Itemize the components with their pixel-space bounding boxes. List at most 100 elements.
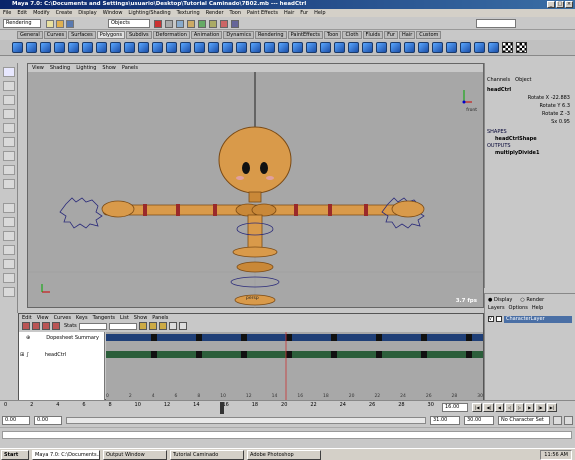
merge-vertices-icon[interactable]	[180, 42, 191, 53]
soften-edge-icon[interactable]	[264, 42, 275, 53]
menu-lighting-shading[interactable]: Lighting/Shading	[128, 9, 170, 17]
bevel-icon[interactable]	[152, 42, 163, 53]
single-view-layout-icon[interactable]	[3, 203, 15, 213]
spherical-mapping-icon[interactable]	[320, 42, 331, 53]
step-back-key-icon[interactable]: ◀	[494, 403, 504, 412]
mel-command-input[interactable]	[2, 431, 572, 439]
minimize-button[interactable]: _	[547, 1, 555, 8]
view-cube-icon[interactable]	[462, 90, 473, 104]
create-polygon-icon[interactable]	[376, 42, 387, 53]
menu-toon[interactable]: Toon	[230, 9, 242, 17]
menu-help[interactable]: Help	[314, 9, 325, 17]
current-time-field[interactable]: 16.00	[442, 403, 468, 412]
tab-painteffects[interactable]: PaintEffects	[287, 31, 323, 39]
auto-key-icon[interactable]	[553, 416, 562, 425]
output-node[interactable]: multiplyDivide1	[495, 150, 539, 156]
snap-grid-icon[interactable]	[187, 20, 195, 28]
taskbar-output-window[interactable]: Output Window	[103, 449, 167, 460]
menu-fur[interactable]: Fur	[300, 9, 308, 17]
range-start-field[interactable]: 0.00	[2, 416, 30, 425]
go-to-end-icon[interactable]: ▶|	[546, 403, 558, 412]
lattice-key-icon[interactable]	[52, 322, 60, 330]
attr-row-rotate-x[interactable]: Rotate X -22.883	[485, 95, 575, 102]
menu-texturing[interactable]: Texturing	[177, 9, 200, 17]
menu-create[interactable]: Create	[56, 9, 73, 17]
time-slider[interactable]: 0246 8 10 12 14 16 18 20 22 24 26 28 30 16.00 |◀ …	[0, 400, 575, 414]
add-key-icon[interactable]	[42, 322, 50, 330]
taskbar-photoshop[interactable]: Adobe Photoshop	[247, 449, 321, 460]
boolean-difference-icon[interactable]	[474, 42, 485, 53]
close-button[interactable]: ×	[565, 1, 573, 8]
insert-key-icon[interactable]	[32, 322, 40, 330]
duplicate-face-icon[interactable]	[432, 42, 443, 53]
shape-name[interactable]: headCtrlShape	[495, 136, 537, 142]
taskbar-maya[interactable]: Maya 7.0: C:\Documents...	[32, 449, 100, 460]
ds-menu-view[interactable]: View	[37, 314, 49, 322]
quadrangulate-icon[interactable]	[236, 42, 247, 53]
help-menu[interactable]: Help	[532, 305, 543, 311]
render-icon[interactable]	[220, 20, 228, 28]
attr-row-rotate-y[interactable]: Rotate Y 6.3	[485, 103, 575, 110]
vp-menu-shading[interactable]: Shading	[50, 64, 70, 72]
poly-cone-icon[interactable]	[54, 42, 65, 53]
harden-edge-icon[interactable]	[278, 42, 289, 53]
tab-custom[interactable]: Custom	[416, 31, 442, 39]
menu-render[interactable]: Render	[206, 9, 224, 17]
visibility-toggle[interactable]: V	[488, 316, 494, 322]
persp-viewport[interactable]: View Shading Lighting Show Panels front …	[27, 63, 484, 308]
ds-menu-curves[interactable]: Curves	[54, 314, 71, 322]
loop-icon[interactable]	[178, 322, 187, 330]
render-radio[interactable]: ○ Render	[520, 297, 544, 303]
selection-mode-dropdown[interactable]: Objects	[108, 19, 150, 28]
play-forward-icon[interactable]: ▷	[515, 403, 525, 412]
paint-select-tool-icon[interactable]	[3, 95, 15, 105]
universal-manipulator-icon[interactable]	[3, 151, 15, 161]
command-input[interactable]	[476, 19, 516, 28]
snap-point-icon[interactable]	[209, 20, 217, 28]
ds-menu-panels[interactable]: Panels	[152, 314, 168, 322]
smooth-icon[interactable]	[194, 42, 205, 53]
reverse-normals-icon[interactable]	[250, 42, 261, 53]
left-hand-control[interactable]	[59, 197, 103, 229]
ds-menu-edit[interactable]: Edit	[22, 314, 32, 322]
checker-2-icon[interactable]	[516, 42, 527, 53]
select-by-object-icon[interactable]	[165, 20, 173, 28]
tab-dynamics[interactable]: Dynamics	[223, 31, 255, 39]
type-toggle[interactable]	[496, 316, 502, 322]
cut-faces-icon[interactable]	[390, 42, 401, 53]
channels-menu[interactable]: Channels	[487, 77, 510, 83]
start-button[interactable]: Start	[1, 449, 29, 460]
cycle-icon[interactable]	[168, 322, 177, 330]
character-set-dropdown[interactable]: No Character Set	[498, 416, 550, 425]
uv-editor-icon[interactable]	[348, 42, 359, 53]
menu-modify[interactable]: Modify	[33, 9, 50, 17]
menu-set-dropdown[interactable]: Rendering	[3, 19, 41, 28]
vp-menu-view[interactable]: View	[32, 64, 44, 72]
show-manipulator-icon[interactable]	[3, 179, 15, 189]
vp-menu-lighting[interactable]: Lighting	[76, 64, 96, 72]
open-scene-icon[interactable]	[56, 20, 64, 28]
tab-surfaces[interactable]: Surfaces	[68, 31, 96, 39]
attr-row-rotate-z[interactable]: Rotate Z -3	[485, 111, 575, 118]
soft-modification-icon[interactable]	[3, 165, 15, 175]
move-key-icon[interactable]	[22, 322, 30, 330]
new-scene-icon[interactable]	[46, 20, 54, 28]
extrude-face-icon[interactable]	[124, 42, 135, 53]
stats-field-1[interactable]	[78, 322, 107, 330]
ds-menu-tangents[interactable]: Tangents	[93, 314, 115, 322]
triangulate-icon[interactable]	[222, 42, 233, 53]
layers-menu[interactable]: Layers	[488, 305, 505, 311]
unsnap-icon[interactable]	[158, 322, 167, 330]
step-forward-icon[interactable]: |▶	[535, 403, 546, 412]
dopesheet-layout-icon[interactable]	[3, 273, 15, 283]
hypershade-layout-icon[interactable]	[3, 259, 15, 269]
lasso-tool-icon[interactable]	[3, 81, 15, 91]
combine-icon[interactable]	[96, 42, 107, 53]
dopesheet-graph[interactable]: 0246 8 10 12 14 16 18 20 22 24 26 28 30	[106, 332, 483, 400]
frame-playback-icon[interactable]	[148, 322, 157, 330]
automatic-mapping-icon[interactable]	[334, 42, 345, 53]
planar-mapping-icon[interactable]	[292, 42, 303, 53]
move-tool-icon[interactable]	[3, 109, 15, 119]
scale-tool-icon[interactable]	[3, 137, 15, 147]
save-scene-icon[interactable]	[66, 20, 74, 28]
